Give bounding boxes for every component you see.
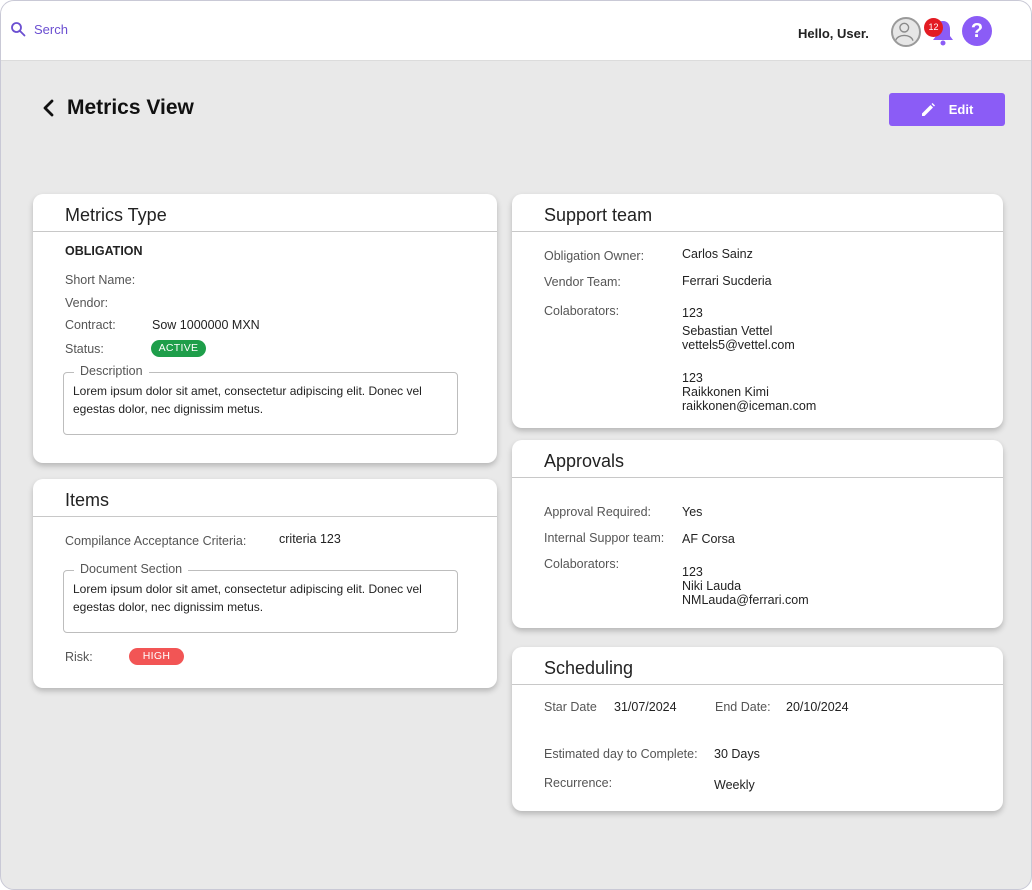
collaborator-id: 123 — [682, 306, 703, 320]
approval-required-label: Approval Required: — [544, 505, 652, 519]
search-icon — [11, 22, 26, 37]
support-team-card: Support team Obligation Owner: Carlos Sa… — [512, 194, 1003, 428]
obligation-heading: OBLIGATION — [65, 244, 143, 258]
notification-badge: 12 — [924, 18, 943, 37]
divider — [512, 684, 1003, 685]
start-date-value: 31/07/2024 — [614, 700, 677, 714]
risk-label: Risk: — [65, 650, 93, 664]
collaborator-name: Sebastian Vettel — [682, 324, 773, 338]
contract-value: Sow 1000000 MXN — [152, 318, 260, 332]
criteria-label: Compilance Acceptance Criteria: — [65, 534, 247, 548]
search-box[interactable]: Serch — [10, 21, 68, 37]
end-date-value: 20/10/2024 — [786, 700, 849, 714]
start-date-label: Star Date — [544, 700, 597, 714]
internal-team-label: Internal Suppor team: — [544, 531, 665, 545]
divider — [33, 516, 497, 517]
approvals-card: Approvals Approval Required: Yes Interna… — [512, 440, 1003, 628]
greeting: Hello, User. — [798, 26, 869, 41]
approval-required-value: Yes — [682, 505, 703, 519]
edit-button-label: Edit — [948, 102, 974, 117]
collaborator-email: raikkonen@iceman.com — [682, 399, 817, 413]
collaborator-name: Niki Lauda — [682, 579, 742, 593]
criteria-value: criteria 123 — [279, 532, 341, 546]
pencil-icon — [921, 102, 935, 116]
internal-team-value: AF Corsa — [682, 532, 735, 546]
document-legend: Document Section — [74, 562, 189, 576]
edit-button[interactable]: Edit — [889, 93, 1005, 126]
description-box: Description Lorem ipsum dolor sit amet, … — [63, 364, 458, 435]
risk-badge: HIGH — [129, 648, 184, 665]
collaborator-email: NMLauda@ferrari.com — [682, 593, 809, 607]
document-section-box: Document Section Lorem ipsum dolor sit a… — [63, 562, 458, 633]
status-label: Status: — [65, 342, 104, 356]
description-legend: Description — [74, 364, 149, 378]
top-bar: Serch Hello, User. 12 ? — [1, 1, 1031, 61]
estimated-label: Estimated day to Complete: — [544, 747, 698, 761]
collaborator-email: vettels5@vettel.com — [682, 338, 795, 352]
card-title: Metrics Type — [65, 205, 167, 225]
end-date-label: End Date: — [715, 700, 771, 714]
vendor-team-label: Vendor Team: — [544, 275, 621, 289]
recurrence-label: Recurrence: — [544, 776, 613, 790]
divider — [33, 231, 497, 232]
collaborator-item: 123 Niki Lauda NMLauda@ferrari.com — [682, 565, 809, 607]
card-title: Approvals — [544, 451, 625, 471]
items-card: Items Compilance Acceptance Criteria: cr… — [33, 479, 497, 688]
scheduling-card: Scheduling Star Date 31/07/2024 End Date… — [512, 647, 1003, 811]
description-text: Lorem ipsum dolor sit amet, consectetur … — [73, 384, 422, 416]
page-title: Metrics View — [67, 96, 194, 119]
collaborator-item: 123 Sebastian Vettel vettels5@vettel.com — [682, 306, 795, 352]
status-badge: ACTIVE — [151, 340, 206, 357]
card-title: Scheduling — [544, 658, 634, 678]
search-placeholder: Serch — [34, 21, 68, 37]
chevron-left-icon[interactable] — [41, 98, 57, 118]
app-frame: Serch Hello, User. 12 ? Metrics View Edi… — [0, 0, 1032, 890]
recurrence-value: Weekly — [714, 778, 755, 792]
collaborator-name: Raikkonen Kimi — [682, 385, 769, 399]
short-name-label: Short Name: — [65, 273, 136, 287]
vendor-team-value: Ferrari Sucderia — [682, 274, 772, 288]
estimated-value: 30 Days — [714, 747, 760, 761]
contract-label: Contract: — [65, 318, 116, 332]
help-icon[interactable]: ? — [962, 16, 992, 46]
collaborator-id: 123 — [682, 565, 703, 579]
collaborators-label: Colaborators: — [544, 304, 620, 318]
card-title: Items — [65, 490, 110, 510]
divider — [512, 477, 1003, 478]
collaborators-label: Colaborators: — [544, 557, 620, 571]
collaborator-id: 123 — [682, 371, 703, 385]
document-text: Lorem ipsum dolor sit amet, consectetur … — [73, 582, 422, 614]
card-title: Support team — [544, 205, 653, 225]
divider — [512, 231, 1003, 232]
owner-value: Carlos Sainz — [682, 247, 753, 261]
vendor-label: Vendor: — [65, 296, 109, 310]
user-avatar-icon[interactable] — [891, 17, 921, 47]
owner-label: Obligation Owner: — [544, 249, 645, 263]
collaborator-item: 123 Raikkonen Kimi raikkonen@iceman.com — [682, 371, 816, 413]
metrics-type-card: Metrics Type OBLIGATION Short Name: Vend… — [33, 194, 497, 463]
